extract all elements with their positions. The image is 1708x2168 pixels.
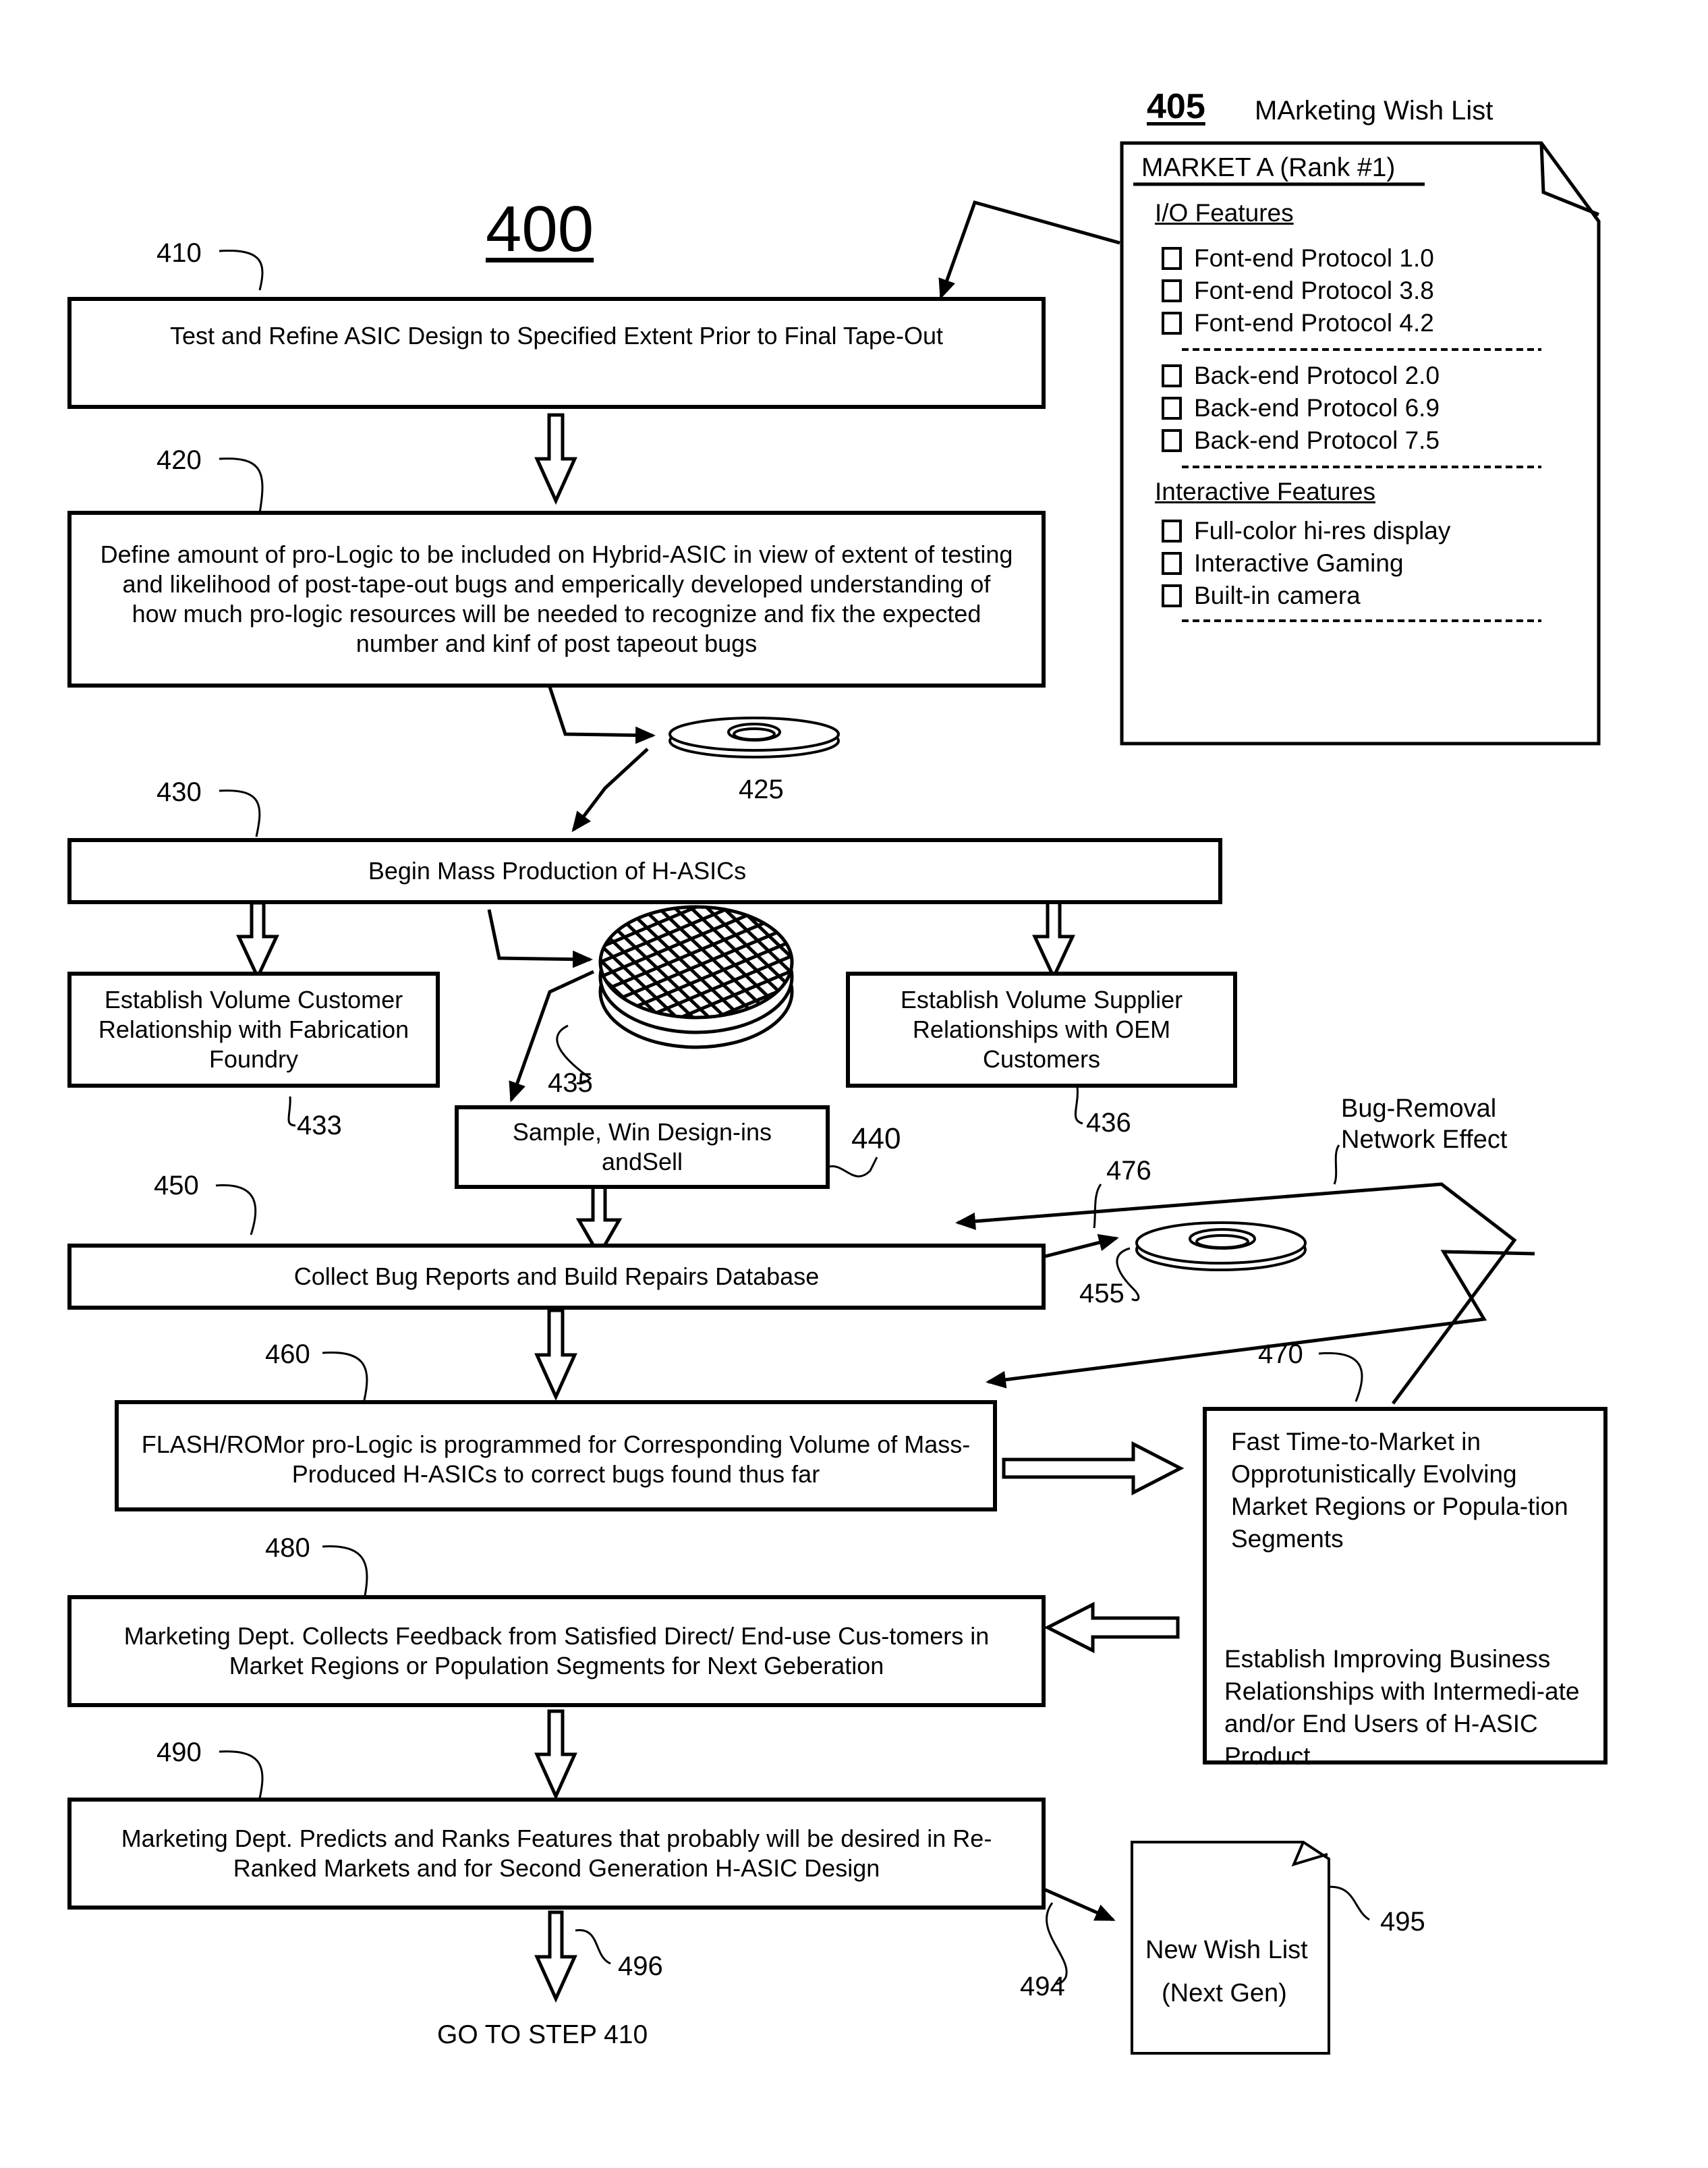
wafer-stack-icon [453, 897, 794, 1049]
wishlist-item[interactable]: Full-color hi-res display [1162, 516, 1450, 547]
checkbox[interactable] [1162, 552, 1182, 575]
leader-450 [215, 1184, 257, 1235]
wishlist-item[interactable]: Back-end Protocol 7.5 [1162, 425, 1440, 456]
step-490-box: Marketing Dept. Predicts and Ranks Featu… [67, 1798, 1046, 1910]
ref-494: 494 [1020, 1972, 1065, 2001]
step-436-box: Establish Volume Supplier Relationships … [846, 972, 1237, 1088]
ref-470: 470 [1258, 1339, 1303, 1369]
ref-480: 480 [265, 1533, 310, 1563]
step-450-box: Collect Bug Reports and Build Repairs Da… [67, 1244, 1046, 1310]
leader-network [1333, 1144, 1340, 1185]
ref-455: 455 [1079, 1279, 1125, 1308]
ref-496: 496 [618, 1951, 663, 1981]
leader-420 [219, 457, 264, 513]
wishlist-item[interactable]: Back-end Protocol 2.0 [1162, 360, 1440, 391]
420-to-disk-arrow [548, 686, 656, 744]
checkbox[interactable] [1162, 364, 1182, 387]
leader-495 [1323, 1885, 1370, 1921]
leader-433 [287, 1096, 296, 1127]
checkbox[interactable] [1162, 520, 1182, 543]
new-wishlist-line2: (Next Gen) [1162, 1979, 1287, 2007]
step-410-box: Test and Refine ASIC Design to Specified… [67, 297, 1046, 409]
leader-476 [1093, 1184, 1102, 1229]
ref-460: 460 [265, 1339, 310, 1369]
wishlist-market: MARKET A (Rank #1) [1141, 153, 1396, 182]
ref-476: 476 [1106, 1156, 1151, 1186]
checkbox[interactable] [1162, 429, 1182, 452]
step-480-box: Marketing Dept. Collects Feedback from S… [67, 1595, 1046, 1707]
figure-number: 400 [486, 193, 594, 265]
arrow-450-460 [534, 1308, 577, 1401]
ref-495: 495 [1380, 1907, 1425, 1937]
ref-450: 450 [154, 1171, 199, 1200]
step-433-box: Establish Volume Customer Relationship w… [67, 972, 440, 1088]
arrow-410-420 [534, 413, 577, 505]
wishlist-title: MArketing Wish List [1255, 96, 1493, 126]
network-effect-label: Bug-Removal Network Effect [1341, 1094, 1508, 1154]
wishlist-to-410-arrow [938, 200, 1120, 300]
arrow-430-433 [236, 901, 279, 981]
arrow-430-436 [1032, 899, 1075, 981]
arrow-490-goto [534, 1910, 577, 2003]
step-460-box: FLASH/ROMor pro-Logic is programmed for … [115, 1400, 997, 1511]
step-470-box: Fast Time-to-Market in Opprotunistically… [1203, 1407, 1607, 1770]
wishlist-item[interactable]: Interactive Gaming [1162, 548, 1404, 579]
checkbox[interactable] [1162, 247, 1182, 270]
leader-470 [1318, 1352, 1363, 1402]
new-wishlist-line1: New Wish List [1145, 1936, 1308, 1964]
wishlist-item[interactable]: Built-in camera [1162, 580, 1361, 611]
leader-490 [219, 1750, 264, 1799]
checkbox[interactable] [1162, 397, 1182, 420]
disk-455-icon [1135, 1221, 1307, 1271]
checkbox[interactable] [1162, 584, 1182, 607]
wishlist-item[interactable]: Font-end Protocol 3.8 [1162, 275, 1434, 306]
leader-496 [575, 1929, 611, 1965]
wishlist-number: 405 [1147, 87, 1205, 126]
disk-425-icon [668, 717, 840, 758]
ref-435: 435 [548, 1068, 593, 1098]
wishlist-item[interactable]: Back-end Protocol 6.9 [1162, 393, 1440, 424]
leader-436 [1074, 1086, 1083, 1125]
checkbox[interactable] [1162, 279, 1182, 302]
checkbox[interactable] [1162, 312, 1182, 335]
wishlist-io-heading: I/O Features [1155, 199, 1294, 227]
ref-440: 440 [851, 1122, 901, 1155]
leader-440 [826, 1157, 878, 1177]
wishlist-item[interactable]: Font-end Protocol 1.0 [1162, 243, 1434, 274]
leader-430 [219, 789, 261, 837]
ref-420: 420 [156, 445, 202, 475]
arrow-480-490 [534, 1709, 577, 1801]
goto-step-410-link[interactable]: GO TO STEP 410 [437, 2020, 648, 2050]
wishlist-interactive-heading: Interactive Features [1155, 478, 1375, 505]
ref-433: 433 [297, 1111, 342, 1140]
ref-430: 430 [156, 777, 202, 807]
wishlist-item[interactable]: Font-end Protocol 4.2 [1162, 308, 1434, 339]
arrow-470-480 [1044, 1601, 1180, 1654]
wafer-grid-line [453, 897, 588, 1026]
step-420-box: Define amount of pro-Logic to be include… [67, 511, 1046, 688]
arrow-460-470 [1002, 1441, 1185, 1496]
step-430-box: Begin Mass Production of H-ASICs [67, 838, 1222, 904]
ref-436: 436 [1086, 1108, 1131, 1138]
leader-480 [322, 1545, 368, 1600]
leader-460 [322, 1351, 368, 1401]
ref-410: 410 [156, 238, 202, 268]
leader-410 [219, 250, 264, 291]
450-to-disk455-arrow [1042, 1233, 1119, 1259]
ref-425: 425 [739, 775, 784, 804]
490-to-newwishlist-arrow [1043, 1887, 1116, 1922]
ref-490: 490 [156, 1738, 202, 1767]
430-to-wafer-arrow [487, 909, 593, 968]
disk-to-430-arrow [571, 748, 649, 833]
step-440-box: Sample, Win Design-ins andSell [455, 1105, 830, 1189]
